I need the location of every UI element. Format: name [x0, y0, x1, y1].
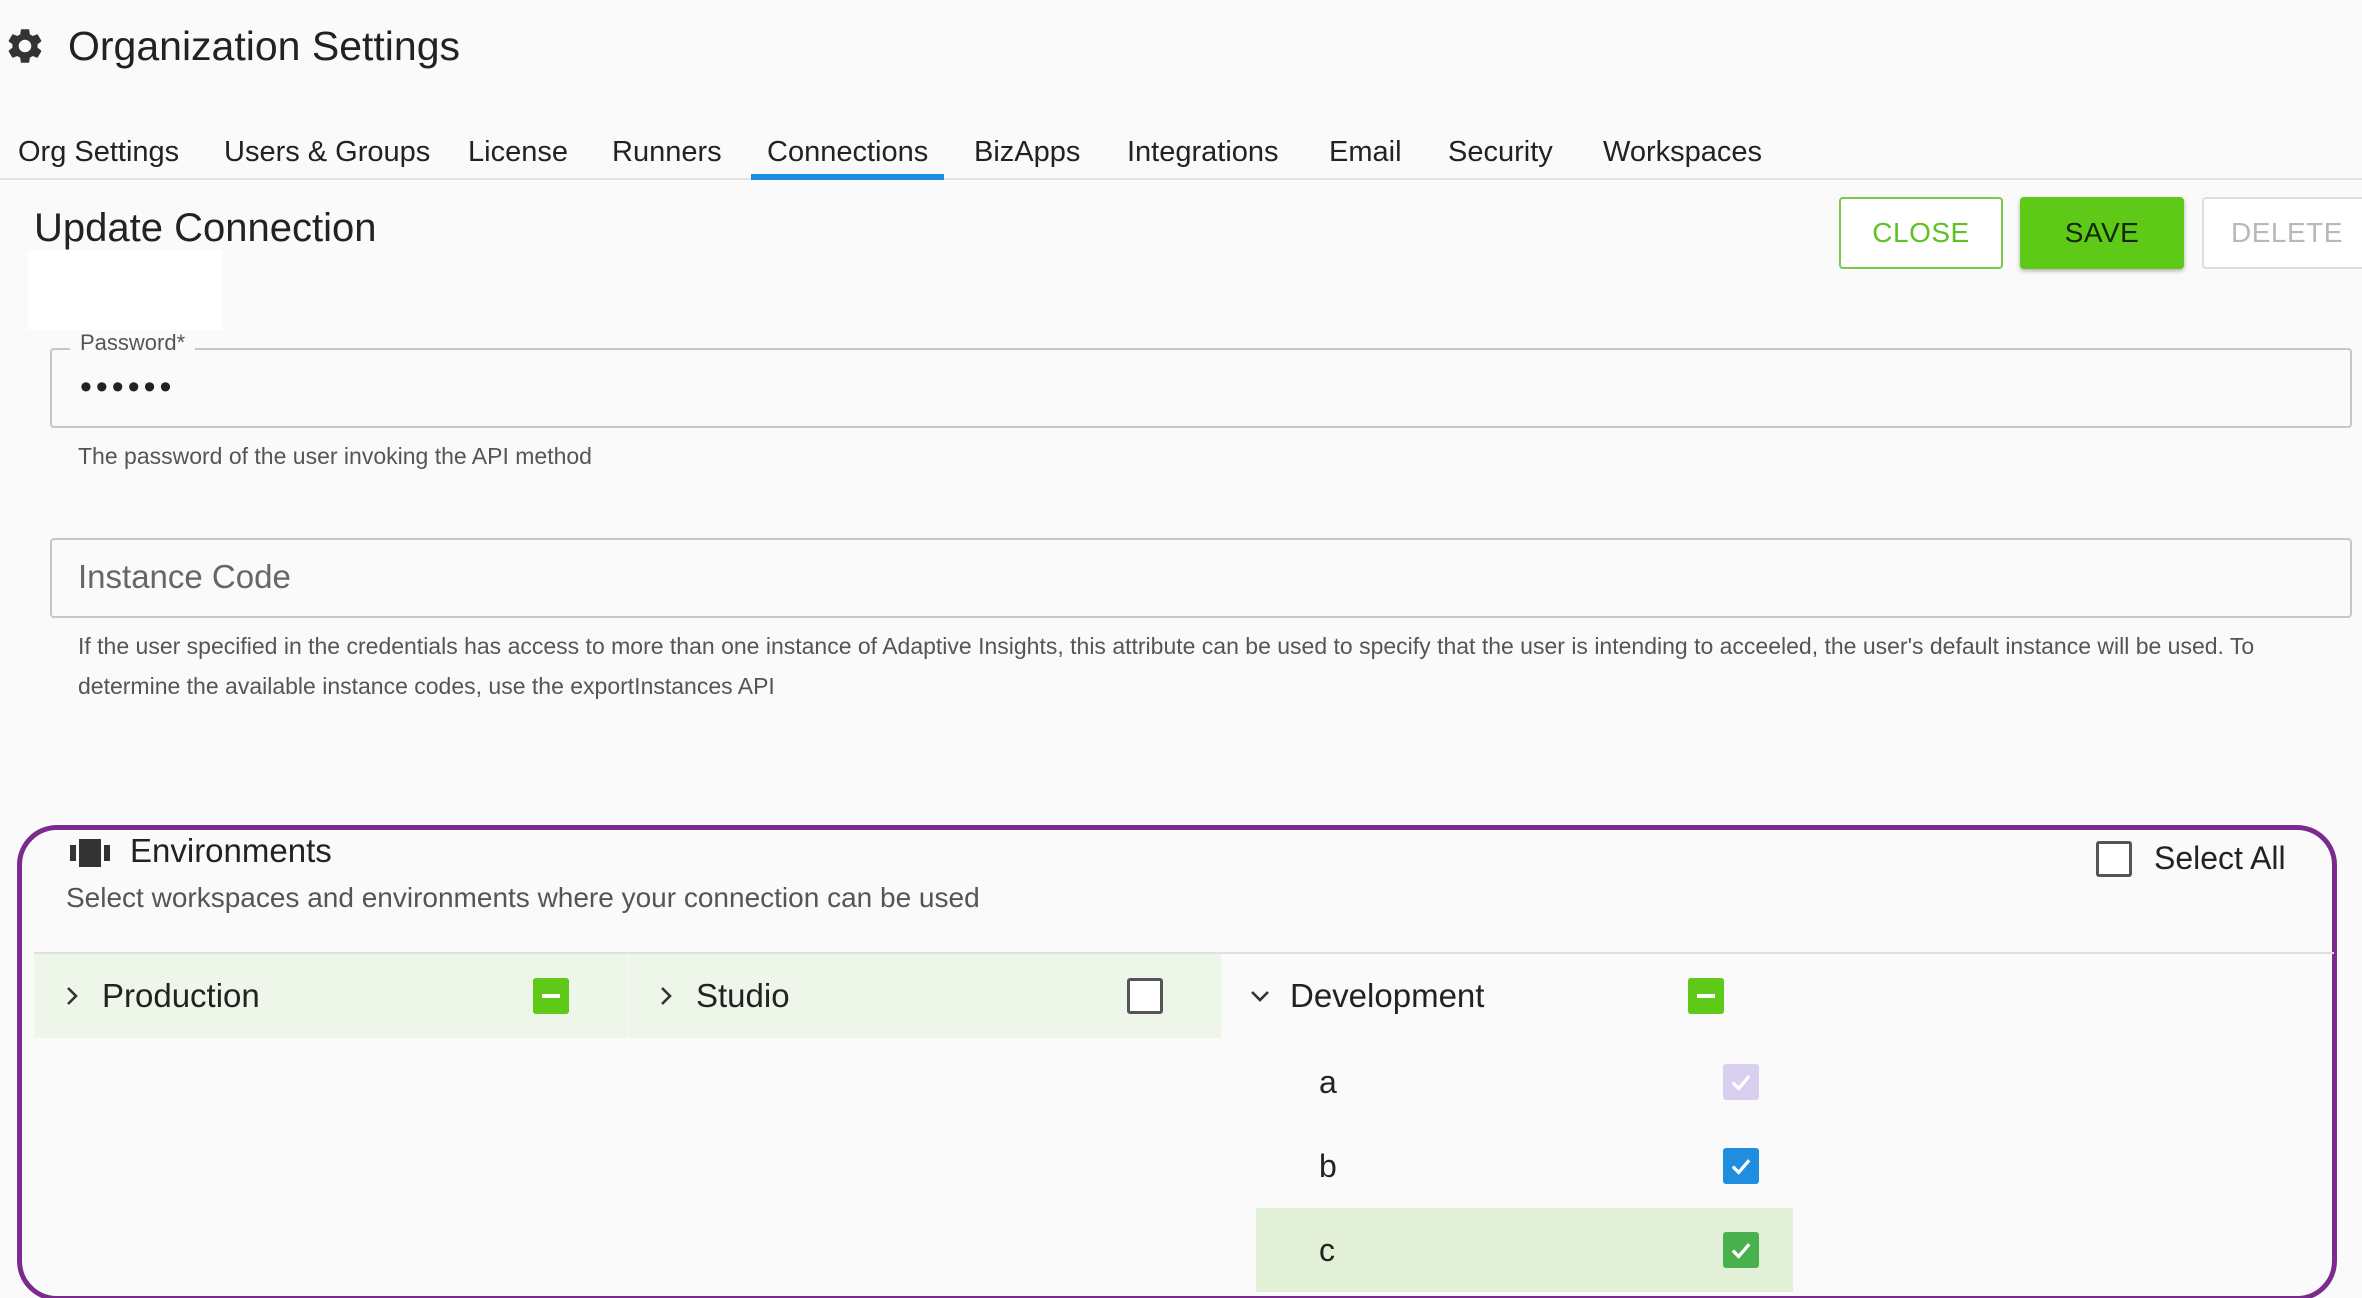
section-title: Update Connection — [34, 206, 377, 250]
unchecked-checkbox[interactable] — [1127, 978, 1163, 1014]
chevron-down-icon[interactable] — [1246, 988, 1274, 1004]
instance-code-field[interactable]: Instance Code — [50, 538, 2352, 618]
tab-integrations[interactable]: Integrations — [1127, 128, 1279, 176]
workspace-studio[interactable]: Studio — [628, 954, 1221, 1038]
indeterminate-checkbox[interactable] — [1688, 978, 1724, 1014]
page-header: Organization Settings — [4, 18, 460, 74]
close-button[interactable]: CLOSE — [1839, 197, 2003, 269]
environments-icon — [70, 839, 110, 867]
environments-title: Environments — [130, 832, 332, 869]
password-label: Password* — [70, 330, 196, 356]
select-all-checkbox[interactable]: Select All — [2096, 840, 2286, 877]
password-helper-text: The password of the user invoking the AP… — [78, 443, 592, 469]
page-title: Organization Settings — [68, 22, 461, 69]
indeterminate-checkbox[interactable] — [533, 978, 569, 1014]
workspace-label: Studio — [696, 977, 790, 1014]
workspace-label: Development — [1290, 977, 1485, 1014]
tab-license[interactable]: License — [468, 128, 568, 176]
checked-checkbox[interactable] — [1723, 1232, 1759, 1268]
chevron-right-icon[interactable] — [58, 985, 86, 1007]
environments-subtitle: Select workspaces and environments where… — [66, 882, 980, 913]
settings-tabs: Org Settings Users & Groups License Runn… — [0, 128, 2362, 180]
environment-label: a — [1319, 1063, 1337, 1100]
delete-button[interactable]: DELETE — [2202, 197, 2362, 269]
environment-label: b — [1319, 1147, 1337, 1184]
environment-item-c[interactable]: c — [1256, 1208, 1793, 1292]
environment-label: c — [1319, 1231, 1335, 1268]
environment-item-a[interactable]: a — [1256, 1040, 1793, 1124]
select-all-box[interactable] — [2096, 840, 2132, 877]
chevron-right-icon[interactable] — [652, 985, 680, 1007]
checked-disabled-checkbox — [1723, 1064, 1759, 1100]
checked-checkbox[interactable] — [1723, 1148, 1759, 1184]
workspace-label: Production — [102, 977, 260, 1014]
workspace-development[interactable]: Development — [1222, 954, 1782, 1038]
instance-code-placeholder: Instance Code — [78, 558, 291, 595]
workspace-production[interactable]: Production — [34, 954, 627, 1038]
password-value: •••••• — [80, 368, 176, 406]
hidden-field-placeholder — [28, 250, 222, 330]
tab-users-groups[interactable]: Users & Groups — [224, 128, 430, 176]
select-all-label: Select All — [2154, 840, 2286, 876]
tab-runners[interactable]: Runners — [612, 128, 722, 176]
tab-bizapps[interactable]: BizApps — [974, 128, 1080, 176]
gear-icon — [8, 29, 42, 63]
tab-security[interactable]: Security — [1448, 128, 1553, 176]
tab-org-settings[interactable]: Org Settings — [18, 128, 179, 176]
tab-workspaces[interactable]: Workspaces — [1603, 128, 1762, 176]
instance-code-helper-text: If the user specified in the credentials… — [78, 633, 2255, 699]
tab-email[interactable]: Email — [1329, 128, 1402, 176]
environment-item-b[interactable]: b — [1256, 1124, 1793, 1208]
save-button[interactable]: SAVE — [2020, 197, 2184, 269]
password-field[interactable]: Password* •••••• — [50, 330, 2352, 428]
tab-connections[interactable]: Connections — [750, 128, 945, 180]
